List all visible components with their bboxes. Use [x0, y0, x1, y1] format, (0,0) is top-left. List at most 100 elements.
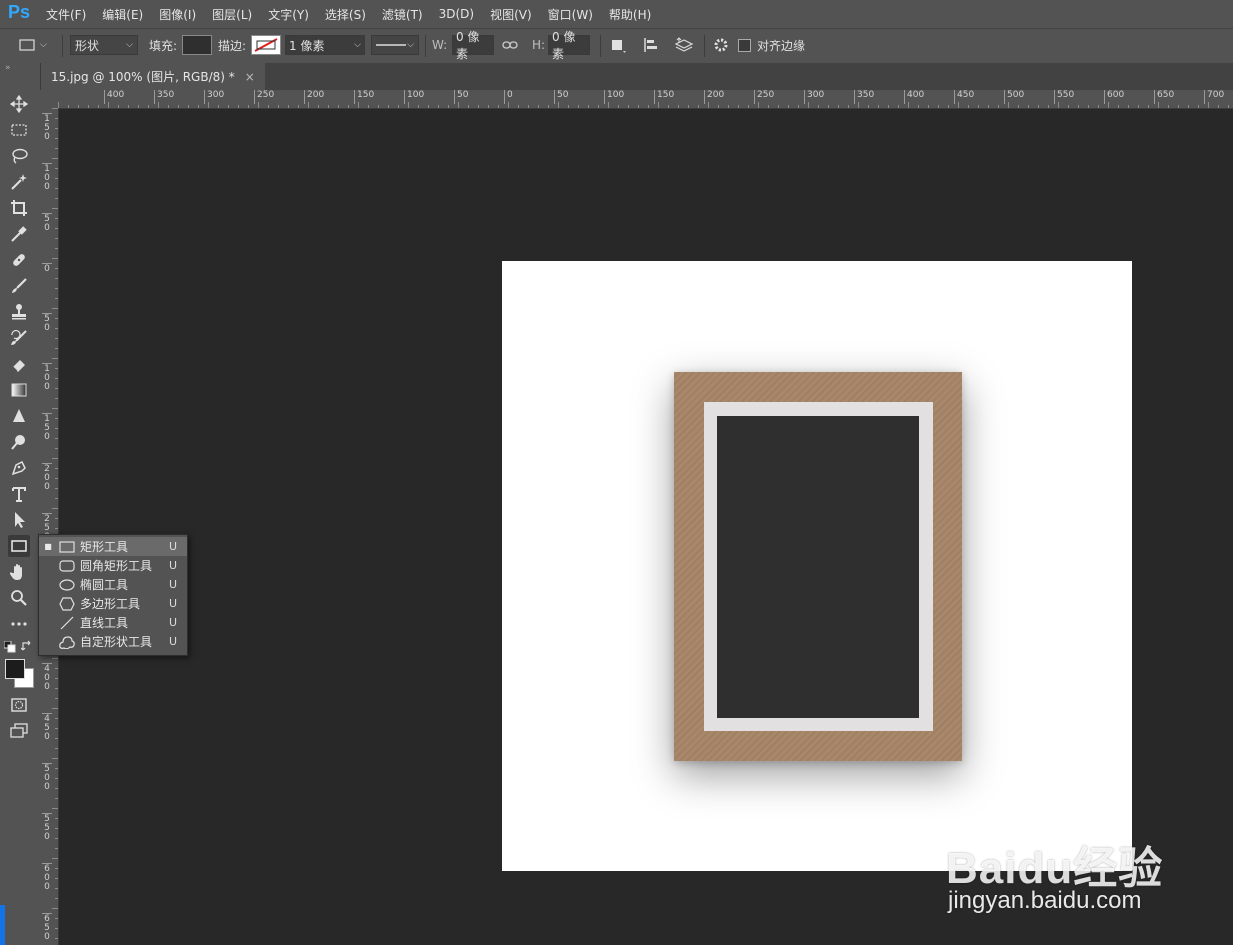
flyout-item-custom-shape[interactable]: 自定形状工具 U	[39, 632, 187, 651]
ruler-tick-label: 6 0 0	[42, 863, 52, 892]
rectangle-icon[interactable]	[8, 535, 30, 557]
collapse-panel-icon[interactable]: »	[0, 63, 40, 75]
flyout-item-line[interactable]: 直线工具 U	[39, 613, 187, 632]
ruler-tick-label: 5 0	[42, 213, 52, 233]
menu-window[interactable]: 窗口(W)	[548, 6, 593, 23]
document-tab-title: 15.jpg @ 100% (图片, RGB/8) *	[51, 70, 235, 84]
flyout-item-shortcut: U	[169, 578, 178, 591]
line-icon	[57, 616, 77, 630]
ruler-tick-label: 50	[554, 90, 568, 104]
flyout-item-shortcut: U	[169, 559, 178, 572]
frame-picture	[717, 416, 919, 718]
flyout-item-label: 多边形工具	[80, 597, 141, 611]
brush-icon[interactable]	[8, 275, 30, 297]
healing-brush-icon[interactable]	[8, 249, 30, 271]
ruler-corner	[40, 90, 58, 108]
foreground-color-swatch[interactable]	[5, 659, 25, 679]
path-select-icon[interactable]	[8, 509, 30, 531]
move-icon[interactable]	[8, 93, 30, 115]
stamp-icon[interactable]	[8, 301, 30, 323]
lasso-icon[interactable]	[8, 145, 30, 167]
ruler-tick-label: 1 0 0	[42, 363, 52, 392]
ruler-tick-label: 1 0 0	[42, 163, 52, 192]
flyout-item-shortcut: U	[169, 597, 178, 610]
main-menu: 文件(F) 编辑(E) 图像(I) 图层(L) 文字(Y) 选择(S) 滤镜(T…	[38, 0, 659, 28]
gradient-icon[interactable]	[8, 379, 30, 401]
menu-edit[interactable]: 编辑(E)	[102, 6, 143, 23]
path-operations-icon[interactable]	[610, 35, 628, 55]
more-icon[interactable]	[8, 613, 30, 635]
checkbox-box	[738, 38, 751, 52]
gear-icon[interactable]	[712, 35, 730, 55]
stroke-width-value: 1 像素	[289, 38, 325, 53]
vertical-ruler: 1 5 01 0 05 005 01 0 01 5 02 0 02 5 03 0…	[40, 108, 59, 945]
ruler-tick-label: 5 0	[42, 313, 52, 333]
close-icon[interactable]: ×	[245, 70, 255, 84]
ruler-tick-label: 6 5 0	[42, 913, 52, 942]
menu-image[interactable]: 图像(I)	[159, 6, 196, 23]
default-colors-icon[interactable]	[3, 640, 16, 653]
fill-swatch[interactable]	[182, 35, 212, 55]
crop-icon[interactable]	[8, 197, 30, 219]
path-alignment-icon[interactable]	[642, 35, 660, 55]
menu-type[interactable]: 文字(Y)	[268, 6, 309, 23]
stroke-type-select[interactable]: ⌵	[371, 35, 419, 55]
eyedropper-icon[interactable]	[8, 223, 30, 245]
menu-file[interactable]: 文件(F)	[46, 6, 86, 23]
menu-3d[interactable]: 3D(D)	[439, 7, 474, 21]
width-field[interactable]: 0 像素	[452, 30, 494, 61]
stroke-width-field[interactable]: 1 像素 ⌵	[285, 35, 365, 55]
blur-icon[interactable]	[8, 405, 30, 427]
link-icon[interactable]	[502, 35, 518, 55]
pen-icon[interactable]	[8, 457, 30, 479]
history-brush-icon[interactable]	[8, 327, 30, 349]
stroke-swatch[interactable]	[251, 35, 281, 55]
rectangle-preset-icon	[19, 39, 35, 51]
ruler-tick-label: 5 0 0	[42, 763, 52, 792]
menu-view[interactable]: 视图(V)	[490, 6, 532, 23]
ruler-tick-label: 1 5 0	[42, 413, 52, 442]
menu-help[interactable]: 帮助(H)	[609, 6, 651, 23]
flyout-item-rounded-rectangle[interactable]: 圆角矩形工具 U	[39, 556, 187, 575]
quick-mask-icon[interactable]	[8, 694, 30, 716]
flyout-item-label: 矩形工具	[80, 540, 129, 554]
active-marker: ■	[44, 542, 52, 551]
fill-label: 填充:	[149, 38, 178, 53]
height-label: H:	[532, 38, 546, 52]
menu-select[interactable]: 选择(S)	[325, 6, 366, 23]
type-icon[interactable]	[8, 483, 30, 505]
no-stroke-icon	[254, 38, 278, 52]
zoom-icon[interactable]	[8, 587, 30, 609]
align-edges-checkbox[interactable]: 对齐边缘	[738, 35, 805, 55]
magic-wand-icon[interactable]	[8, 171, 30, 193]
screen-mode-icon[interactable]	[8, 720, 30, 742]
solid-line-icon	[376, 44, 406, 46]
path-arrangement-icon[interactable]	[674, 35, 694, 55]
tool-mode-select[interactable]: 形状 ⌵	[70, 35, 138, 55]
height-field[interactable]: 0 像素	[548, 30, 590, 61]
panel-indicator	[0, 905, 5, 945]
flyout-item-shortcut: U	[169, 540, 178, 553]
hand-icon[interactable]	[8, 561, 30, 583]
document-tab[interactable]: 15.jpg @ 100% (图片, RGB/8) * ×	[41, 63, 265, 90]
baidu-watermark-url: jingyan.baidu.com	[948, 887, 1142, 914]
menu-layer[interactable]: 图层(L)	[212, 6, 252, 23]
flyout-item-ellipse[interactable]: 椭圆工具 U	[39, 575, 187, 594]
flyout-item-rectangle[interactable]: ■ 矩形工具 U	[39, 537, 187, 556]
flyout-item-polygon[interactable]: 多边形工具 U	[39, 594, 187, 613]
polygon-icon	[57, 596, 77, 611]
tool-preset-picker[interactable]: ⌵	[18, 35, 54, 55]
ruler-tick-label: 0	[42, 263, 52, 274]
photoshop-logo: Ps	[8, 2, 31, 22]
ellipse-icon	[57, 578, 77, 591]
flyout-item-label: 直线工具	[80, 616, 129, 630]
menu-filter[interactable]: 滤镜(T)	[382, 6, 423, 23]
options-bar: ⌵ 形状 ⌵ 填充: 描边: 1 像素 ⌵ ⌵ W: 0 像素 H: 0 像素 对齐…	[0, 28, 1233, 64]
marquee-icon[interactable]	[8, 119, 30, 141]
swap-colors-icon[interactable]	[20, 640, 33, 652]
ruler-tick-label: 1 5 0	[42, 113, 52, 142]
width-label: W:	[432, 38, 448, 52]
dodge-icon[interactable]	[8, 431, 30, 453]
eraser-icon[interactable]	[8, 353, 30, 375]
ruler-tick-label: 4 5 0	[42, 713, 52, 742]
